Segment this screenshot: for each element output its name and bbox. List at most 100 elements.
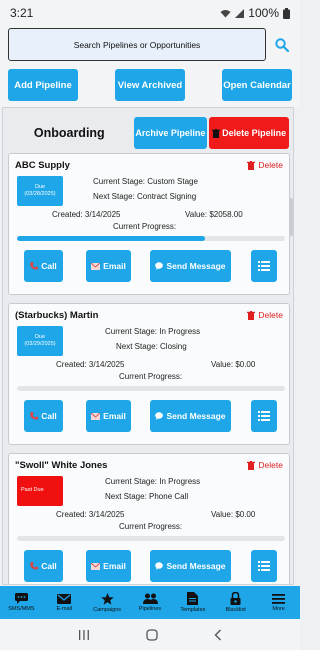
delete-label: Delete: [258, 460, 283, 470]
call-button[interactable]: Call: [24, 550, 63, 582]
speech-bubble-icon: [155, 412, 164, 420]
nav-label: Blacklist: [225, 607, 246, 613]
nav-label: Campaigns: [93, 606, 122, 613]
details-list-button[interactable]: [251, 550, 277, 582]
pipeline-header: Onboarding Archive Pipeline Delete Pipel…: [3, 113, 293, 153]
search-label: Search Pipelines or Opportunities: [73, 39, 201, 50]
due-badge[interactable]: Due (03/29/2025): [17, 326, 63, 356]
email-button[interactable]: Email: [86, 550, 131, 582]
trash-icon: [247, 160, 256, 170]
opportunity-value: Value: $0.00: [211, 360, 256, 369]
nav-email[interactable]: E-mail: [43, 586, 86, 619]
card-actions: Call Email Send Message: [9, 550, 289, 582]
nav-more[interactable]: More: [257, 586, 300, 619]
send-message-button[interactable]: Send Message: [150, 400, 231, 432]
progress-bar: [17, 536, 285, 541]
past-due-badge[interactable]: Past Due: [17, 476, 63, 506]
created-date: Created: 3/14/2025: [56, 360, 125, 369]
nav-label: SMS/MMS: [8, 606, 35, 612]
next-stage: Next Stage: Contract Signing: [93, 192, 197, 201]
nav-blacklist[interactable]: Blacklist: [214, 586, 257, 619]
delete-opportunity-button[interactable]: Delete: [247, 160, 283, 170]
email-button[interactable]: Email: [86, 400, 131, 432]
current-stage: Current Stage: In Progress: [105, 477, 201, 486]
progress-bar: [17, 236, 285, 241]
send-message-button[interactable]: Send Message: [150, 250, 231, 282]
battery-icon: [283, 7, 290, 19]
call-label: Call: [41, 411, 57, 421]
envelope-icon: [91, 262, 101, 270]
nav-sms[interactable]: SMS/MMS: [0, 586, 43, 619]
status-time: 3:21: [10, 6, 34, 20]
send-message-label: Send Message: [166, 261, 226, 271]
nav-templates[interactable]: Templates: [171, 586, 214, 619]
details-list-button[interactable]: [251, 250, 277, 282]
progress-label: Current Progress:: [119, 372, 183, 381]
bottom-nav: SMS/MMS E-mail Campaigns Pipelines Templ…: [0, 586, 300, 619]
email-label: Email: [103, 411, 126, 421]
delete-label: Delete: [258, 310, 283, 320]
menu-icon: [272, 593, 286, 604]
phone-icon: [30, 262, 39, 270]
due-label: Past Due: [21, 487, 44, 494]
due-label: Due: [34, 333, 46, 340]
chat-icon: [14, 593, 28, 604]
view-archived-button[interactable]: View Archived: [115, 69, 185, 101]
nav-label: E-mail: [56, 605, 73, 612]
add-pipeline-button[interactable]: Add Pipeline: [8, 69, 78, 101]
people-icon: [142, 593, 158, 604]
opportunity-value: Value: $2058.00: [185, 210, 243, 219]
due-label: Due: [34, 183, 46, 190]
delete-opportunity-button[interactable]: Delete: [247, 310, 283, 320]
opportunity-card: (Starbucks) Martin Delete Due (03/29/202…: [8, 303, 290, 445]
nav-campaigns[interactable]: Campaigns: [86, 586, 129, 619]
top-toolbar: Add Pipeline View Archived Open Calendar: [0, 61, 300, 107]
archive-pipeline-button[interactable]: Archive Pipeline: [133, 117, 208, 149]
call-button[interactable]: Call: [24, 400, 63, 432]
delete-pipeline-button[interactable]: Delete Pipeline: [209, 117, 289, 149]
speech-bubble-icon: [155, 262, 164, 270]
wifi-icon: [220, 9, 231, 17]
opportunity-card: ABC Supply Delete Due (03/28/2025) Curre…: [8, 153, 290, 295]
card-actions: Call Email Send Message: [9, 250, 289, 282]
back-icon[interactable]: [214, 629, 222, 641]
delete-pipeline-label: Delete Pipeline: [222, 128, 287, 138]
next-stage: Next Stage: Phone Call: [105, 492, 189, 501]
opportunity-value: Value: $0.00: [211, 510, 256, 519]
trash-icon: [247, 310, 256, 320]
recent-apps-icon[interactable]: [78, 629, 90, 640]
search-button[interactable]: [272, 35, 292, 55]
open-calendar-button[interactable]: Open Calendar: [222, 69, 292, 101]
email-label: Email: [103, 261, 126, 271]
signal-icon: [235, 8, 245, 18]
progress-label: Current Progress:: [119, 522, 183, 531]
nav-label: Templates: [180, 607, 206, 613]
opportunity-name: (Starbucks) Martin: [15, 310, 99, 321]
status-bar: 3:21 100%: [0, 0, 300, 26]
created-date: Created: 3/14/2025: [52, 210, 121, 219]
trash-icon: [247, 460, 256, 470]
search-row: Search Pipelines or Opportunities: [0, 26, 300, 61]
list-icon: [258, 561, 270, 571]
pipeline-panel: Onboarding Archive Pipeline Delete Pipel…: [2, 107, 294, 585]
nav-pipelines[interactable]: Pipelines: [129, 586, 172, 619]
due-badge[interactable]: Due (03/28/2025): [17, 176, 63, 206]
pipeline-title: Onboarding: [33, 126, 105, 140]
opportunity-name: "Swoll" White Jones: [15, 460, 108, 471]
battery-text: 100%: [248, 6, 279, 20]
email-label: Email: [103, 561, 126, 571]
send-message-label: Send Message: [166, 411, 226, 421]
details-list-button[interactable]: [251, 400, 277, 432]
current-stage: Current Stage: In Progress: [105, 327, 201, 336]
progress-label: Current Progress:: [113, 222, 177, 231]
send-message-button[interactable]: Send Message: [150, 550, 231, 582]
progress-fill: [17, 236, 205, 241]
list-icon: [258, 411, 270, 421]
current-stage: Current Stage: Custom Stage: [93, 177, 198, 186]
nav-label: More: [272, 605, 285, 612]
search-input[interactable]: Search Pipelines or Opportunities: [8, 28, 266, 61]
call-button[interactable]: Call: [24, 250, 63, 282]
home-icon[interactable]: [146, 628, 158, 641]
email-button[interactable]: Email: [86, 250, 131, 282]
delete-opportunity-button[interactable]: Delete: [247, 460, 283, 470]
